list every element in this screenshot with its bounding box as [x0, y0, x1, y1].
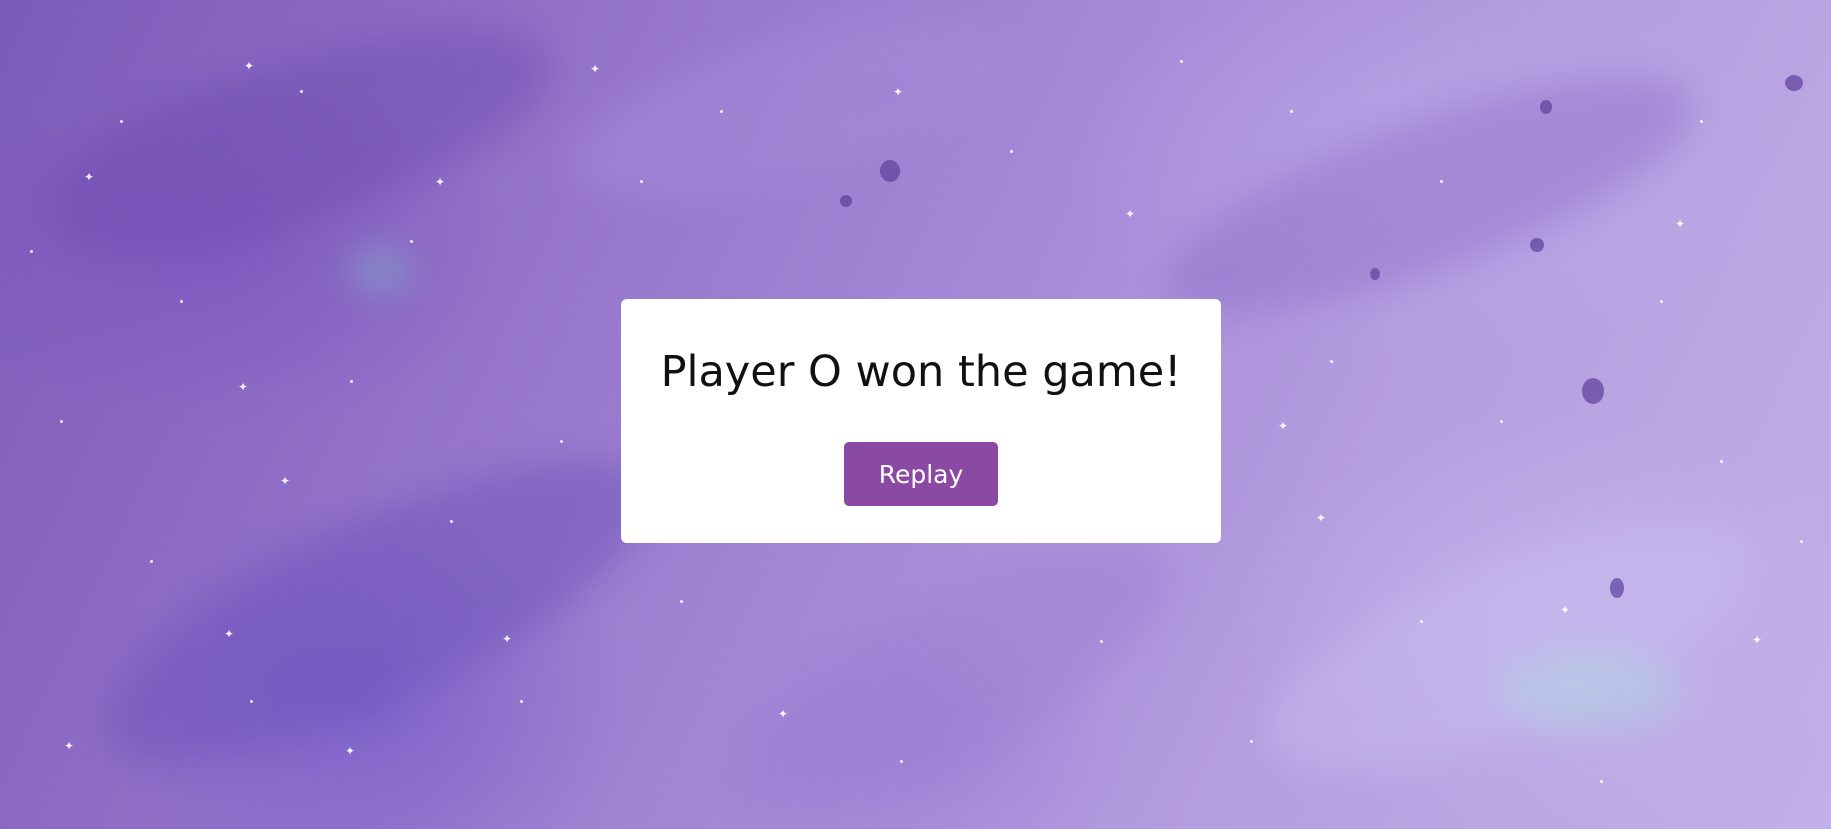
star-dot: [1250, 740, 1253, 743]
star-dot: [1010, 150, 1013, 153]
sparkle: ✦: [435, 175, 446, 189]
sparkle: ✦: [1125, 207, 1136, 221]
sparkle: ✦: [1675, 217, 1686, 231]
sparkle: ✦: [590, 62, 601, 76]
star-dot: [1330, 360, 1333, 363]
sparkle: ✦: [1316, 511, 1327, 525]
star-dot: [1440, 180, 1443, 183]
sparkle: ✦: [1278, 419, 1289, 433]
star-dot: [680, 600, 683, 603]
sparkle: ✦: [238, 380, 249, 394]
star-dot: [720, 110, 723, 113]
sparkle: ✦: [502, 632, 513, 646]
star-dot: [120, 120, 123, 123]
star-dot: [640, 180, 643, 183]
paint-splatter: [1610, 578, 1624, 598]
star-dot: [60, 420, 63, 423]
sparkle: ✦: [345, 744, 356, 758]
star-dot: [1720, 460, 1723, 463]
star-dot: [1180, 60, 1183, 63]
sparkle: ✦: [280, 474, 291, 488]
brush-stroke: [549, 0, 1031, 238]
star-dot: [520, 700, 523, 703]
paint-splatter: [1582, 378, 1604, 404]
star-dot: [450, 520, 453, 523]
star-dot: [900, 760, 903, 763]
star-dot: [250, 700, 253, 703]
paint-splatter: [1530, 238, 1544, 252]
paint-splatter: [1785, 75, 1803, 91]
replay-button[interactable]: Replay: [844, 442, 998, 506]
teal-glow: [350, 250, 410, 290]
star-dot: [1500, 420, 1503, 423]
teal-glow: [1500, 650, 1680, 730]
sparkle: ✦: [893, 85, 904, 99]
sparkle: ✦: [778, 707, 789, 721]
winner-message: Player O won the game!: [660, 347, 1182, 397]
star-dot: [1420, 620, 1423, 623]
star-dot: [1100, 640, 1103, 643]
star-dot: [1600, 780, 1603, 783]
star-dot: [1290, 110, 1293, 113]
star-dot: [30, 250, 33, 253]
brush-stroke: [28, 0, 572, 297]
sparkle: ✦: [244, 59, 255, 73]
brush-stroke: [70, 401, 690, 819]
star-dot: [410, 240, 413, 243]
sparkle: ✦: [64, 739, 75, 753]
star-dot: [560, 440, 563, 443]
paint-splatter: [1540, 100, 1552, 114]
sparkle: ✦: [1560, 603, 1571, 617]
game-over-modal: Player O won the game! Replay: [621, 299, 1221, 543]
sparkle: ✦: [224, 627, 235, 641]
brush-stroke: [1141, 28, 1719, 362]
sparkle: ✦: [1752, 633, 1763, 647]
star-dot: [1660, 300, 1663, 303]
star-dot: [350, 380, 353, 383]
star-dot: [180, 300, 183, 303]
star-dot: [1800, 540, 1803, 543]
paint-splatter: [880, 160, 900, 182]
paint-splatter: [1370, 268, 1380, 280]
star-dot: [300, 90, 303, 93]
star-dot: [1700, 120, 1703, 123]
sparkle: ✦: [84, 170, 95, 184]
star-dot: [150, 560, 153, 563]
paint-splatter: [840, 195, 852, 207]
